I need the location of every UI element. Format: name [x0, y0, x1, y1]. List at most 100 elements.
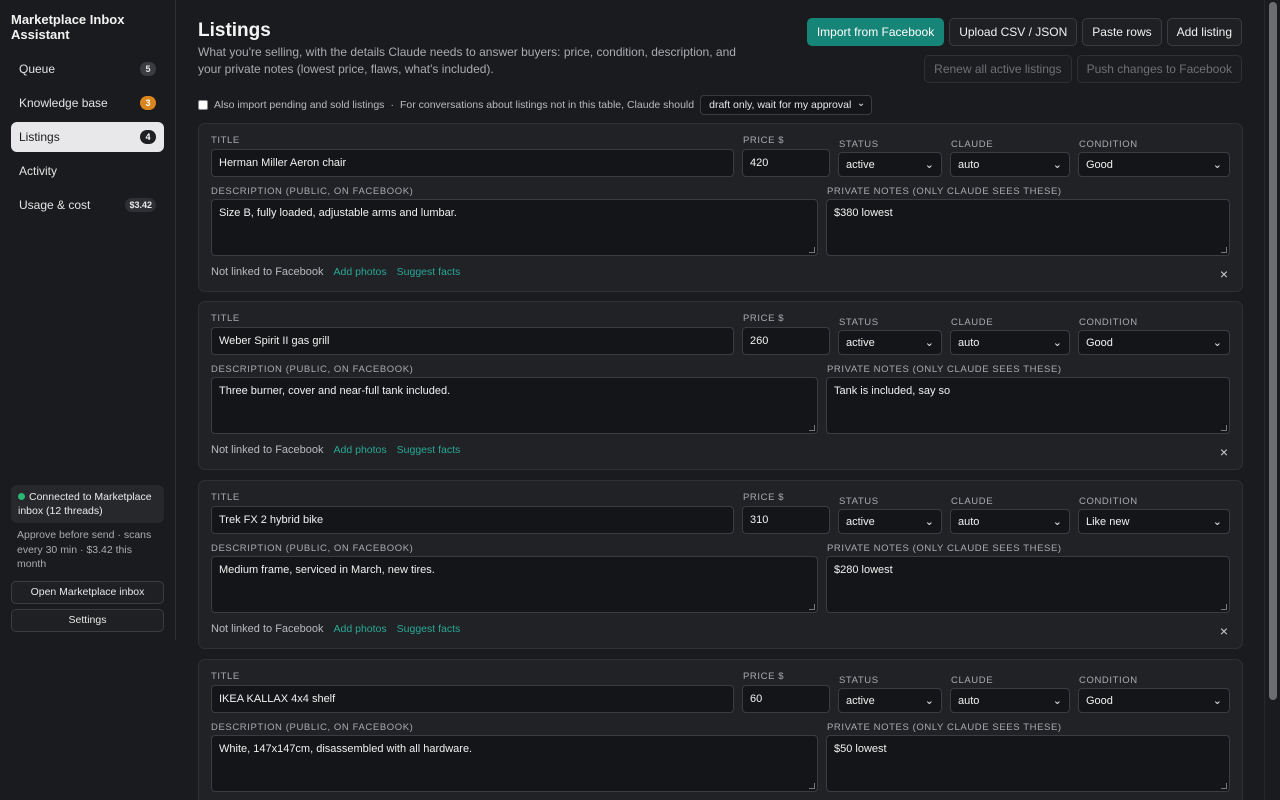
- listing-price-value: 420: [750, 157, 769, 169]
- sidebar-status-panel: Connected to Marketplace inbox (12 threa…: [11, 485, 164, 632]
- import-options: Also import pending and sold listings · …: [198, 95, 873, 115]
- private-notes-label: PRIVATE NOTES (ONLY CLAUDE SEES THESE): [827, 186, 1062, 197]
- remove-listing-close-icon[interactable]: ×: [1220, 623, 1228, 639]
- unlisted-policy-label: For conversations about listings not in …: [399, 99, 695, 111]
- resize-handle-icon[interactable]: [809, 247, 815, 253]
- scrollbar-thumb[interactable]: [1269, 2, 1277, 700]
- listing-private-notes-textarea[interactable]: $380 lowest: [826, 199, 1230, 256]
- resize-handle-icon[interactable]: [1221, 604, 1227, 610]
- chevron-down-icon: ⌄: [924, 695, 934, 707]
- sidebar-item-activity[interactable]: Activity: [11, 156, 164, 186]
- listing-private-notes-textarea[interactable]: $50 lowest: [826, 735, 1230, 792]
- resize-handle-icon[interactable]: [1221, 425, 1227, 431]
- suggest-facts-link[interactable]: Suggest facts: [397, 444, 461, 456]
- listing-title-value: Weber Spirit II gas grill: [219, 335, 330, 347]
- listing-price-input[interactable]: 60: [742, 685, 830, 713]
- resize-handle-icon[interactable]: [809, 783, 815, 789]
- listing-footer: Not linked to Facebook Add photos Sugges…: [211, 623, 460, 635]
- listing-title-value: Trek FX 2 hybrid bike: [219, 514, 324, 526]
- listing-condition-value: Good: [1086, 694, 1113, 707]
- sidebar-item-listings[interactable]: Listings 4: [11, 122, 164, 152]
- listing-description-textarea[interactable]: Medium frame, serviced in March, new tir…: [211, 556, 818, 613]
- paste-rows-button[interactable]: Paste rows: [1082, 18, 1162, 46]
- listing-claude-mode-select[interactable]: auto ⌄: [950, 509, 1070, 534]
- import-pending-sold-checkbox[interactable]: [198, 100, 208, 110]
- settings-button[interactable]: Settings: [11, 608, 164, 632]
- claude-label: CLAUDE: [951, 675, 994, 686]
- unlisted-policy-select[interactable]: draft only, wait for my approval ⌄: [700, 95, 873, 115]
- sidebar-item-usage-cost[interactable]: Usage & cost $3.42: [11, 190, 164, 220]
- queue-count-badge: 5: [140, 62, 156, 76]
- sidebar-item-queue[interactable]: Queue 5: [11, 54, 164, 84]
- listing-price-input[interactable]: 260: [742, 327, 830, 355]
- listing-status-select[interactable]: active ⌄: [838, 152, 942, 177]
- listing-status-value: active: [846, 158, 875, 171]
- upload-csv-json-button[interactable]: Upload CSV / JSON: [949, 18, 1078, 46]
- open-marketplace-inbox-button[interactable]: Open Marketplace inbox: [11, 580, 164, 604]
- status-label: STATUS: [839, 675, 879, 686]
- add-photos-link[interactable]: Add photos: [334, 623, 387, 635]
- listing-claude-mode-select[interactable]: auto ⌄: [950, 688, 1070, 713]
- listing-status-select[interactable]: active ⌄: [838, 509, 942, 534]
- claude-label: CLAUDE: [951, 139, 994, 150]
- listing-description-textarea[interactable]: Size B, fully loaded, adjustable arms an…: [211, 199, 818, 256]
- listing-private-notes-textarea[interactable]: $280 lowest: [826, 556, 1230, 613]
- push-changes-button[interactable]: Push changes to Facebook: [1076, 55, 1242, 83]
- listing-condition-select[interactable]: Good ⌄: [1078, 152, 1230, 177]
- primary-actions: Import from Facebook Upload CSV / JSON P…: [806, 18, 1242, 46]
- chevron-down-icon: ⌄: [1052, 516, 1062, 528]
- page-subtitle: What you're selling, with the details Cl…: [198, 45, 736, 76]
- facebook-link-status: Not linked to Facebook: [211, 266, 324, 278]
- listing-title-input[interactable]: Trek FX 2 hybrid bike: [211, 506, 734, 534]
- listing-condition-select[interactable]: Good ⌄: [1078, 330, 1230, 355]
- listing-status-value: active: [846, 515, 875, 528]
- remove-listing-close-icon[interactable]: ×: [1220, 444, 1228, 460]
- resize-handle-icon[interactable]: [1221, 247, 1227, 253]
- sidebar-item-knowledge-base[interactable]: Knowledge base 3: [11, 88, 164, 118]
- suggest-facts-link[interactable]: Suggest facts: [397, 623, 461, 635]
- resize-handle-icon[interactable]: [1221, 783, 1227, 789]
- chevron-down-icon: ⌄: [1212, 695, 1222, 707]
- usage-cost-badge: $3.42: [125, 198, 156, 212]
- suggest-facts-link[interactable]: Suggest facts: [397, 266, 461, 278]
- listing-footer: Not linked to Facebook Add photos Sugges…: [211, 266, 460, 278]
- listing-description-textarea[interactable]: Three burner, cover and near-full tank i…: [211, 377, 818, 434]
- claude-label: CLAUDE: [951, 496, 994, 507]
- listing-description-textarea[interactable]: White, 147x147cm, disassembled with all …: [211, 735, 818, 792]
- listing-claude-mode-select[interactable]: auto ⌄: [950, 152, 1070, 177]
- listing-status-select[interactable]: active ⌄: [838, 330, 942, 355]
- listing-claude-mode-value: auto: [958, 694, 980, 707]
- page-scrollbar[interactable]: [1264, 0, 1280, 800]
- listing-title-input[interactable]: Herman Miller Aeron chair: [211, 149, 734, 177]
- price-label: PRICE $: [743, 313, 785, 324]
- add-photos-link[interactable]: Add photos: [334, 444, 387, 456]
- listing-condition-value: Good: [1086, 158, 1113, 171]
- sidebar-item-label: Queue: [19, 62, 56, 76]
- remove-listing-close-icon[interactable]: ×: [1220, 266, 1228, 282]
- listing-claude-mode-value: auto: [958, 515, 980, 528]
- claude-label: CLAUDE: [951, 317, 994, 328]
- listing-status-select[interactable]: active ⌄: [838, 688, 942, 713]
- listing-condition-select[interactable]: Like new ⌄: [1078, 509, 1230, 534]
- listing-title-input[interactable]: IKEA KALLAX 4x4 shelf: [211, 685, 734, 713]
- import-from-facebook-button[interactable]: Import from Facebook: [806, 18, 945, 46]
- price-label: PRICE $: [743, 492, 785, 503]
- listing-claude-mode-select[interactable]: auto ⌄: [950, 330, 1070, 355]
- listing-title-value: IKEA KALLAX 4x4 shelf: [219, 693, 336, 705]
- add-listing-button[interactable]: Add listing: [1166, 18, 1242, 46]
- sidebar: Marketplace Inbox Assistant Queue 5 Know…: [0, 0, 176, 640]
- listing-title-input[interactable]: Weber Spirit II gas grill: [211, 327, 734, 355]
- chevron-down-icon: ⌄: [924, 159, 934, 171]
- listing-price-input[interactable]: 310: [742, 506, 830, 534]
- description-label: DESCRIPTION (PUBLIC, ON FACEBOOK): [211, 186, 414, 197]
- secondary-actions: Renew all active listings Push changes t…: [924, 55, 1242, 83]
- resize-handle-icon[interactable]: [809, 425, 815, 431]
- listing-price-input[interactable]: 420: [742, 149, 830, 177]
- listing-condition-select[interactable]: Good ⌄: [1078, 688, 1230, 713]
- renew-all-listings-button[interactable]: Renew all active listings: [924, 55, 1072, 83]
- resize-handle-icon[interactable]: [809, 604, 815, 610]
- app-brand: Marketplace Inbox Assistant: [11, 12, 125, 42]
- listing-private-notes-textarea[interactable]: Tank is included, say so: [826, 377, 1230, 434]
- listing-price-value: 60: [750, 693, 763, 705]
- add-photos-link[interactable]: Add photos: [334, 266, 387, 278]
